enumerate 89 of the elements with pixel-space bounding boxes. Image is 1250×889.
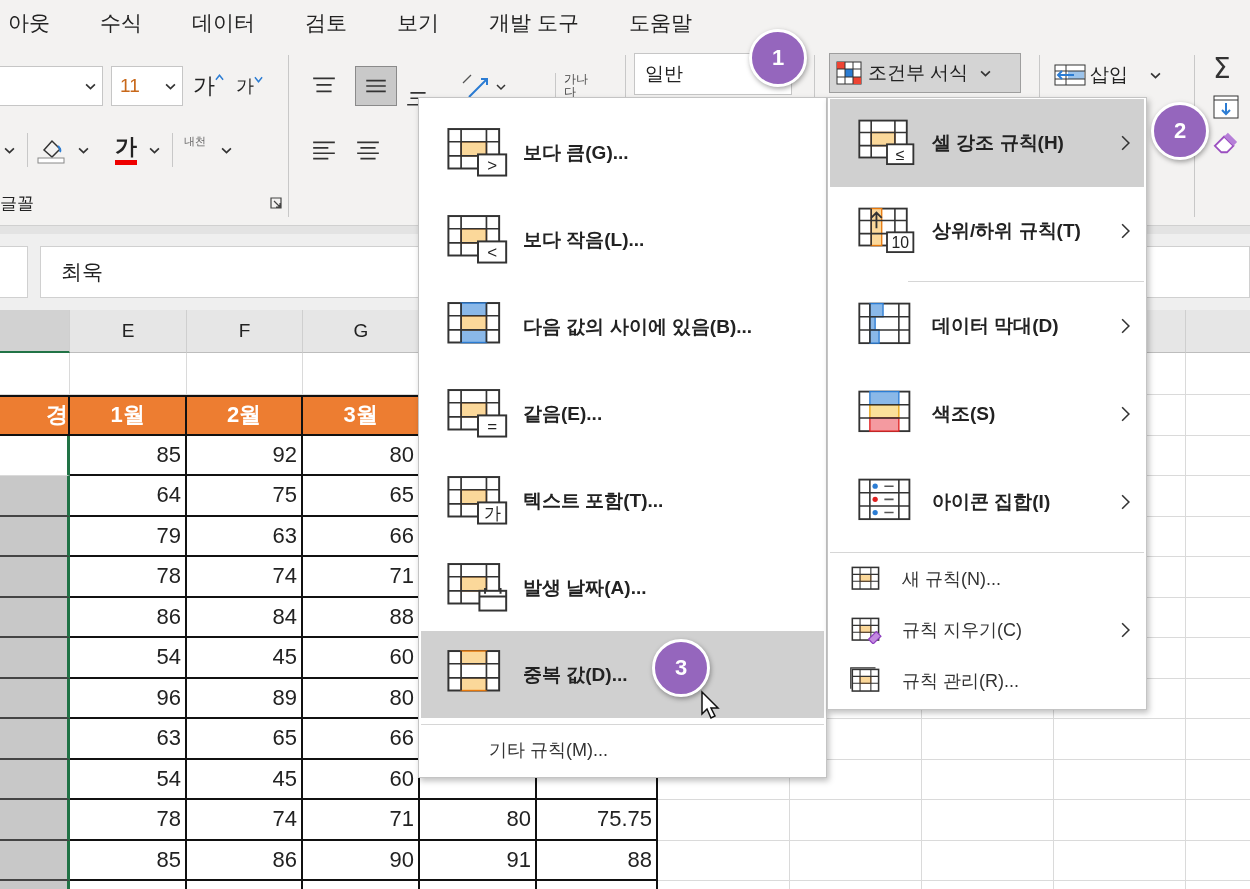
shrink-font-button[interactable]: 가 <box>234 74 265 98</box>
menu-item[interactable]: 가 텍스트 포함(T)... <box>421 457 824 544</box>
chevron-icon <box>165 82 176 90</box>
menu-item[interactable]: = 같음(E)... <box>421 370 824 457</box>
table-cell: 74 <box>187 800 303 841</box>
table-cell: 75 <box>187 476 303 517</box>
table-icon <box>447 561 509 614</box>
group-label: 글꼴 <box>0 192 34 215</box>
menu-item[interactable]: 아이콘 집합(I) <box>830 458 1144 546</box>
align-left-icon[interactable] <box>311 139 337 161</box>
ribbon-tab[interactable]: 수식 <box>100 8 142 37</box>
table-cell: 75.75 <box>537 800 658 841</box>
table-cell: 85 <box>70 435 187 476</box>
table-cell: 90 <box>303 840 420 881</box>
table-cell: 78 <box>70 800 187 841</box>
table-cell: 89 <box>187 678 303 719</box>
column-header[interactable]: F <box>187 310 303 353</box>
grow-font-button[interactable]: 가 <box>191 71 226 101</box>
insert-cells-icon <box>1054 63 1086 87</box>
menu-item[interactable]: 발생 날짜(A)... <box>421 544 824 631</box>
menu-item[interactable]: 색조(S) <box>830 370 1144 458</box>
table-cell: 63 <box>70 719 187 760</box>
column-header[interactable] <box>0 310 70 353</box>
menu-item[interactable]: 데이터 막대(D) <box>830 282 1144 370</box>
chevron-icon[interactable] <box>4 146 15 154</box>
chevron-icon[interactable] <box>221 146 232 154</box>
callout-tooltip: 1 <box>749 29 807 87</box>
table-header-cell: 1월 <box>70 395 187 436</box>
chevron-icon <box>1150 71 1161 79</box>
menu-item[interactable]: 다음 값의 사이에 있음(B)... <box>421 283 824 370</box>
cursor-icon <box>700 690 720 720</box>
chevron-icon[interactable] <box>149 146 160 154</box>
chevron-icon[interactable] <box>78 146 89 154</box>
phonetic-button[interactable]: 내천 <box>181 135 209 165</box>
table-cell: 71 <box>303 800 420 841</box>
menu-item[interactable]: > 보다 큼(G)... <box>421 109 824 196</box>
callout-tooltip: 2 <box>1151 102 1209 160</box>
ribbon-tab[interactable]: 도움말 <box>628 8 692 37</box>
menu-item[interactable]: 10 상위/하위 규칙(T) <box>830 187 1144 275</box>
table-cell: 96 <box>70 678 187 719</box>
colored-grid-icon <box>836 61 862 85</box>
ribbon-tab[interactable]: 개발 도구 <box>489 8 579 37</box>
table-cell: 45 <box>187 638 303 679</box>
eraser-icon[interactable] <box>1213 131 1239 155</box>
caret-up-icon <box>215 73 224 81</box>
table-cell: 78 <box>70 557 187 598</box>
table-cell: 64 <box>70 476 187 517</box>
table-header-cell: 2월 <box>187 395 303 436</box>
chevron-icon <box>980 69 992 77</box>
insert-button[interactable]: 삽입 <box>1054 55 1194 95</box>
menu-item[interactable]: 규칙 지우기(C) <box>830 604 1144 655</box>
align-middle-button[interactable] <box>355 66 397 106</box>
table-cell: 63 <box>187 516 303 557</box>
conditional-formatting-button[interactable]: 조건부 서식 <box>829 53 1021 93</box>
table-cell: 86 <box>70 597 187 638</box>
table-cell: 84 <box>187 597 303 638</box>
menu-item[interactable]: < 보다 작음(L)... <box>421 196 824 283</box>
caret-down-icon <box>254 76 263 84</box>
chevron-icon <box>85 82 96 90</box>
table-cell: 74 <box>187 557 303 598</box>
menu-item[interactable]: 규칙 관리(R)... <box>830 655 1144 706</box>
table-cell: 54 <box>70 759 187 800</box>
table-cell: 54 <box>70 638 187 679</box>
column-header[interactable]: E <box>70 310 187 353</box>
table-cell: 85 <box>70 840 187 881</box>
menu-item[interactable]: 새 규칙(N)... <box>830 553 1144 604</box>
table-cell: 88 <box>537 840 658 881</box>
table-cell: 45 <box>187 759 303 800</box>
table-icon <box>850 615 884 644</box>
autosum-button[interactable]: Σ <box>1213 55 1231 83</box>
menu-item[interactable]: 기타 규칙(M)... <box>419 725 826 775</box>
table-cell: 80 <box>420 800 537 841</box>
font-color-button[interactable]: 가 <box>115 135 137 165</box>
table-cell: 91 <box>420 840 537 881</box>
table-cell: 86 <box>187 840 303 881</box>
ribbon-tab[interactable]: 보기 <box>397 8 439 37</box>
fill-down-icon[interactable] <box>1213 95 1239 119</box>
dialog-launcher-icon[interactable] <box>270 197 282 209</box>
menu-item[interactable]: ≤ 셀 강조 규칙(H) <box>830 99 1144 187</box>
ribbon-tab[interactable]: 데이터 <box>192 8 255 37</box>
table-cell: 92 <box>187 435 303 476</box>
table-header-cell: 3월 <box>303 395 420 436</box>
ribbon-tab[interactable]: 아웃 <box>8 8 50 37</box>
ribbon-tab[interactable]: 검토 <box>305 8 347 37</box>
table-cell: 65 <box>187 719 303 760</box>
table-header-cell: 경 <box>0 395 70 436</box>
font-size-dropdown[interactable]: 11 <box>111 66 183 106</box>
table-cell: 79 <box>70 516 187 557</box>
align-center-icon[interactable] <box>355 139 381 161</box>
